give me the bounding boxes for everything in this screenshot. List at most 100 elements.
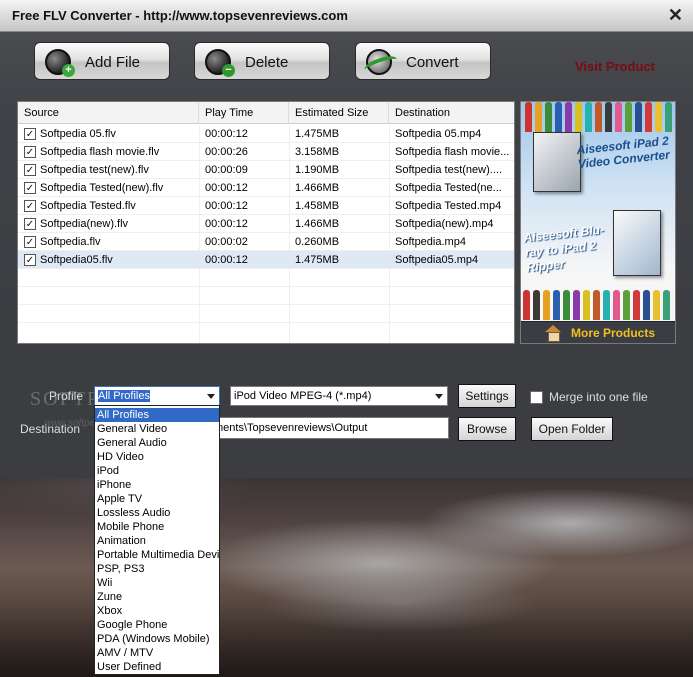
dropdown-option[interactable]: Wii bbox=[95, 576, 219, 590]
ad-banner[interactable]: Aiseesoft iPad 2 Video Converter Aiseeso… bbox=[520, 101, 676, 344]
cell-source: Softpedia.flv bbox=[40, 236, 101, 248]
film-reel-add-icon: + bbox=[45, 49, 75, 77]
file-list-table[interactable]: Source Play Time Estimated Size Destinat… bbox=[17, 101, 515, 344]
title-bar: Free FLV Converter - http://www.topseven… bbox=[0, 0, 693, 32]
visit-product-link[interactable]: Visit Product bbox=[575, 59, 655, 74]
profile-label: Profile bbox=[49, 389, 84, 403]
column-header-estimated-size[interactable]: Estimated Size bbox=[289, 102, 389, 124]
home-icon bbox=[545, 325, 561, 342]
dropdown-option[interactable]: PSP, PS3 bbox=[95, 562, 219, 576]
column-header-destination[interactable]: Destination bbox=[389, 102, 514, 124]
cell-play-time: 00:00:12 bbox=[205, 128, 248, 140]
cell-play-time: 00:00:12 bbox=[205, 182, 248, 194]
open-folder-button[interactable]: Open Folder bbox=[531, 417, 613, 441]
row-checkbox[interactable]: ✓ bbox=[24, 254, 36, 266]
row-checkbox[interactable]: ✓ bbox=[24, 146, 36, 158]
cell-source: Softpedia flash movie.flv bbox=[40, 146, 160, 158]
cell-play-time: 00:00:12 bbox=[205, 218, 248, 230]
table-row[interactable]: ✓ Softpedia Tested(new).flv 00:00:12 1.466M… bbox=[18, 179, 514, 197]
dropdown-option[interactable]: Google Phone bbox=[95, 618, 219, 632]
profile-dropdown-list[interactable]: All Profiles General Video General Audio HD… bbox=[94, 405, 220, 675]
cell-destination: Softpedia(new).mp4 bbox=[395, 218, 494, 230]
row-checkbox[interactable]: ✓ bbox=[24, 182, 36, 194]
dropdown-option[interactable]: iPhone bbox=[95, 478, 219, 492]
table-row[interactable]: ✓ Softpedia flash movie.flv 00:00:26 3.158M… bbox=[18, 143, 514, 161]
cell-estimated-size: 0.260MB bbox=[295, 236, 340, 248]
bluray-ripper-box-image bbox=[613, 210, 661, 276]
row-checkbox[interactable]: ✓ bbox=[24, 218, 36, 230]
row-checkbox[interactable]: ✓ bbox=[24, 236, 36, 248]
add-file-button[interactable]: + Add File bbox=[34, 42, 170, 80]
settings-button[interactable]: Settings bbox=[458, 384, 516, 408]
dropdown-option[interactable]: Mobile Phone bbox=[95, 520, 219, 534]
dropdown-option[interactable]: Apple TV bbox=[95, 492, 219, 506]
minus-icon: − bbox=[222, 64, 235, 77]
table-row[interactable]: ✓ Softpedia 05.flv 00:00:12 1.475MB Softpedi… bbox=[18, 125, 514, 143]
row-checkbox[interactable]: ✓ bbox=[24, 200, 36, 212]
cell-source: Softpedia05.flv bbox=[40, 254, 113, 266]
cell-play-time: 00:00:12 bbox=[205, 254, 248, 266]
cell-destination: Softpedia flash movie... bbox=[395, 146, 510, 158]
dropdown-option[interactable]: HD Video bbox=[95, 450, 219, 464]
destination-label: Destination bbox=[20, 422, 81, 436]
dropdown-option[interactable]: AMV / MTV bbox=[95, 646, 219, 660]
film-reel-delete-icon: − bbox=[205, 49, 235, 77]
cell-estimated-size: 1.475MB bbox=[295, 254, 340, 266]
cell-estimated-size: 1.466MB bbox=[295, 218, 340, 230]
cell-play-time: 00:00:02 bbox=[205, 236, 248, 248]
cell-source: Softpedia Tested(new).flv bbox=[40, 182, 164, 194]
dropdown-option[interactable]: User Defined bbox=[95, 660, 219, 674]
delete-button[interactable]: − Delete bbox=[194, 42, 330, 80]
dropdown-option[interactable]: Animation bbox=[95, 534, 219, 548]
table-row[interactable]: ✓ Softpedia(new).flv 00:00:12 1.466MB Softpe… bbox=[18, 215, 514, 233]
browse-button[interactable]: Browse bbox=[458, 417, 516, 441]
ad-product2-title: Aiseesoft Blu-ray to iPad 2 Ripper bbox=[522, 222, 605, 275]
cell-destination: Softpedia 05.mp4 bbox=[395, 128, 482, 140]
cell-source: Softpedia 05.flv bbox=[40, 128, 116, 140]
dropdown-option[interactable]: Lossless Audio bbox=[95, 506, 219, 520]
cell-destination: Softpedia Tested.mp4 bbox=[395, 200, 502, 212]
cell-play-time: 00:00:26 bbox=[205, 146, 248, 158]
destination-field[interactable]: ments\Topsevenreviews\Output bbox=[210, 417, 449, 439]
pencils-bottom bbox=[521, 290, 675, 320]
merge-checkbox[interactable] bbox=[530, 391, 543, 404]
ipad2-converter-box-image bbox=[533, 132, 581, 192]
dropdown-option[interactable]: Portable Multimedia Device bbox=[95, 548, 219, 562]
profile-select[interactable]: All Profiles bbox=[94, 386, 220, 406]
cell-source: Softpedia Tested.flv bbox=[40, 200, 136, 212]
column-header-source[interactable]: Source bbox=[18, 102, 199, 124]
more-products-link[interactable]: More Products bbox=[521, 321, 675, 343]
column-header-play-time[interactable]: Play Time bbox=[199, 102, 289, 124]
table-row[interactable]: ✓ Softpedia.flv 00:00:02 0.260MB Softpedia.m… bbox=[18, 233, 514, 251]
pencils-top bbox=[521, 102, 675, 132]
table-row[interactable]: ✓ Softpedia Tested.flv 00:00:12 1.458MB Soft… bbox=[18, 197, 514, 215]
row-checkbox[interactable]: ✓ bbox=[24, 164, 36, 176]
cell-play-time: 00:00:12 bbox=[205, 200, 248, 212]
table-row[interactable]: ✓ Softpedia05.flv 00:00:12 1.475MB Softpedia… bbox=[18, 251, 514, 269]
close-icon[interactable]: ✕ bbox=[668, 5, 683, 26]
cell-destination: Softpedia test(new).... bbox=[395, 164, 502, 176]
cell-estimated-size: 1.458MB bbox=[295, 200, 340, 212]
dropdown-option[interactable]: Xbox bbox=[95, 604, 219, 618]
dropdown-option[interactable]: PDA (Windows Mobile) bbox=[95, 632, 219, 646]
dropdown-option[interactable]: General Video bbox=[95, 422, 219, 436]
convert-icon bbox=[366, 49, 392, 75]
cell-estimated-size: 1.190MB bbox=[295, 164, 340, 176]
dropdown-option[interactable]: iPod bbox=[95, 464, 219, 478]
cell-estimated-size: 1.466MB bbox=[295, 182, 340, 194]
table-row[interactable]: ✓ Softpedia test(new).flv 00:00:09 1.190MB S… bbox=[18, 161, 514, 179]
cell-destination: Softpedia.mp4 bbox=[395, 236, 466, 248]
plus-icon: + bbox=[62, 64, 75, 77]
dropdown-option[interactable]: Zune bbox=[95, 590, 219, 604]
cell-source: Softpedia test(new).flv bbox=[40, 164, 149, 176]
dropdown-option[interactable]: All Profiles bbox=[95, 408, 219, 422]
ad-product1-title: Aiseesoft iPad 2 Video Converter bbox=[575, 133, 671, 172]
convert-button[interactable]: Convert bbox=[355, 42, 491, 80]
window-title: Free FLV Converter - http://www.topseven… bbox=[12, 8, 348, 23]
row-checkbox[interactable]: ✓ bbox=[24, 128, 36, 140]
cell-play-time: 00:00:09 bbox=[205, 164, 248, 176]
format-select-value: iPod Video MPEG-4 (*.mp4) bbox=[234, 390, 372, 402]
format-select[interactable]: iPod Video MPEG-4 (*.mp4) bbox=[230, 386, 448, 406]
dropdown-option[interactable]: General Audio bbox=[95, 436, 219, 450]
table-header: Source Play Time Estimated Size Destinat… bbox=[18, 102, 514, 124]
